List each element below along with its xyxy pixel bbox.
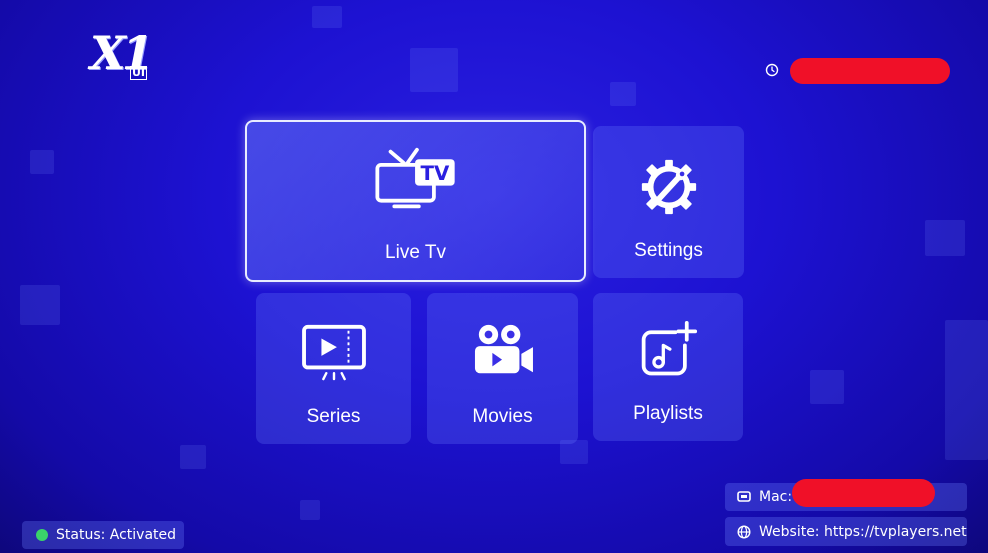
playlist-add-icon xyxy=(641,321,698,376)
background-square xyxy=(20,285,60,325)
redacted-time xyxy=(790,58,950,84)
settings-tile[interactable]: Settings xyxy=(593,126,744,278)
playlists-label: Playlists xyxy=(633,403,703,424)
background-square xyxy=(312,6,342,28)
gear-wrench-icon xyxy=(641,159,696,215)
background-square xyxy=(30,150,54,174)
settings-label: Settings xyxy=(634,240,703,261)
series-label: Series xyxy=(306,406,361,427)
website-text: Website: https://tvplayers.net xyxy=(759,523,967,540)
globe-icon xyxy=(737,524,751,539)
background-square xyxy=(300,500,320,520)
background-square xyxy=(610,82,636,106)
tv-icon: TV xyxy=(374,147,455,209)
mac-label: Mac: xyxy=(759,489,793,505)
status-badge: Status: Activated xyxy=(22,521,184,549)
live-tv-tile[interactable]: TV Live Tv xyxy=(245,120,586,282)
background-square xyxy=(410,48,458,92)
clock-icon xyxy=(765,63,779,77)
movies-tile[interactable]: Movies xyxy=(427,293,578,444)
background-square xyxy=(925,220,965,256)
movie-camera-icon xyxy=(474,324,533,374)
background-square xyxy=(180,445,206,469)
series-tile[interactable]: Series xyxy=(256,293,411,444)
logo-sub: UI xyxy=(130,66,148,80)
website-info: Website: https://tvplayers.net xyxy=(725,517,967,546)
device-icon xyxy=(737,490,751,504)
app-logo: X1 UI xyxy=(90,30,154,84)
live-tv-label: Live Tv xyxy=(385,242,446,263)
status-ok-icon xyxy=(36,529,48,541)
playlists-tile[interactable]: Playlists xyxy=(593,293,743,441)
movies-label: Movies xyxy=(472,406,533,427)
redacted-mac xyxy=(792,479,935,507)
background-square xyxy=(810,370,844,404)
series-play-icon xyxy=(301,324,366,381)
background-square xyxy=(945,320,988,460)
tv-icon-text: TV xyxy=(420,162,449,185)
status-text: Status: Activated xyxy=(56,527,177,543)
